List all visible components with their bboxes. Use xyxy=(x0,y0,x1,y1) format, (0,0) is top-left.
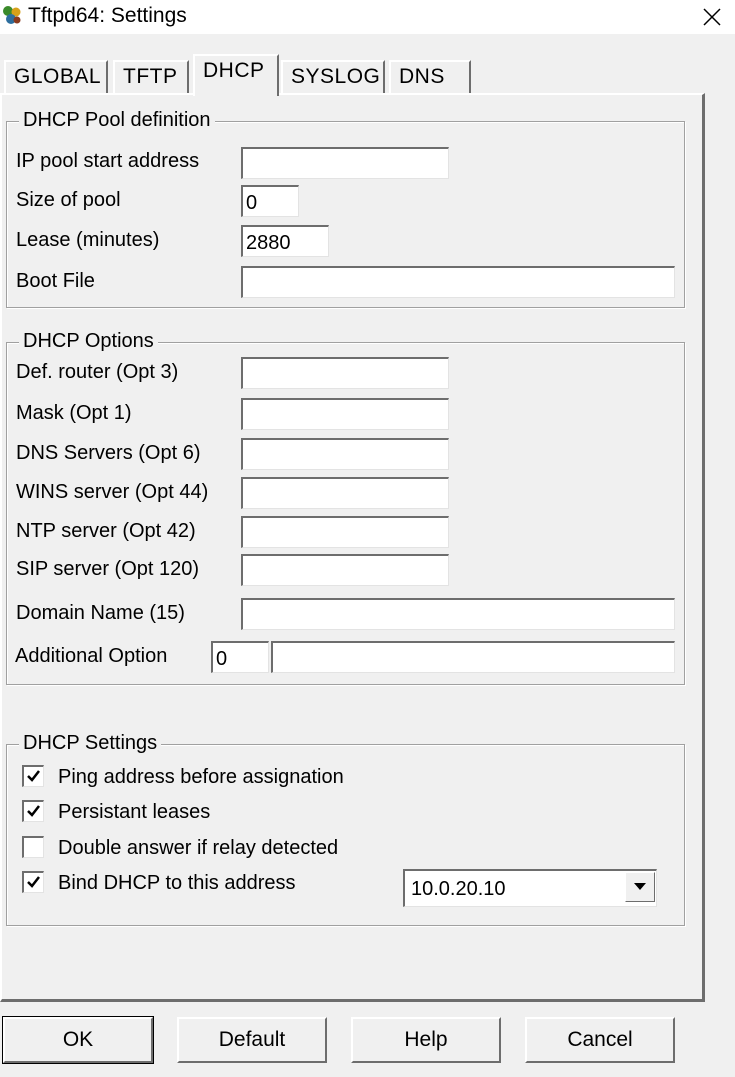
ping-checkbox[interactable] xyxy=(22,765,44,787)
mask-label: Mask (Opt 1) xyxy=(16,402,132,424)
boot-file-label: Boot File xyxy=(16,270,95,292)
tab-tftp[interactable]: TFTP xyxy=(113,60,189,94)
additional-option-label: Additional Option xyxy=(15,645,168,667)
dns-servers-label: DNS Servers (Opt 6) xyxy=(16,442,201,464)
wins-server-label: WINS server (Opt 44) xyxy=(16,481,209,503)
checkmark-icon xyxy=(27,876,40,888)
dropdown-arrow-button[interactable] xyxy=(625,872,655,902)
tab-bar: GLOBAL TFTP DHCP SYSLOG DNS xyxy=(0,54,735,96)
def-router-input[interactable] xyxy=(241,357,449,389)
options-group-title: DHCP Options xyxy=(19,329,158,353)
ntp-server-label: NTP server (Opt 42) xyxy=(16,520,196,542)
pool-size-label: Size of pool xyxy=(16,189,121,211)
ip-pool-start-label: IP pool start address xyxy=(16,150,200,172)
domain-name-label: Domain Name (15) xyxy=(16,602,185,624)
pool-group-title: DHCP Pool definition xyxy=(19,108,215,132)
ok-button[interactable]: OK xyxy=(2,1016,154,1064)
tab-global[interactable]: GLOBAL xyxy=(4,60,108,94)
checkmark-icon xyxy=(27,805,40,817)
tab-syslog[interactable]: SYSLOG xyxy=(281,60,385,94)
bind-address-value: 10.0.20.10 xyxy=(411,878,506,900)
pool-size-input[interactable]: 0 xyxy=(241,185,299,217)
settings-group-title: DHCP Settings xyxy=(19,731,162,755)
persistant-leases-label: Persistant leases xyxy=(58,801,211,823)
bind-address-dropdown[interactable]: 10.0.20.10 xyxy=(403,869,657,907)
tab-dhcp[interactable]: DHCP xyxy=(193,54,279,96)
close-button[interactable] xyxy=(689,0,735,34)
help-button[interactable]: Help xyxy=(351,1017,501,1063)
cancel-button[interactable]: Cancel xyxy=(525,1017,675,1063)
lease-label: Lease (minutes) xyxy=(16,229,160,251)
title-bar: Tftpd64: Settings xyxy=(0,0,735,34)
additional-option-number-input[interactable]: 0 xyxy=(211,641,269,673)
bind-dhcp-label: Bind DHCP to this address xyxy=(58,872,296,894)
window-title: Tftpd64: Settings xyxy=(28,4,187,27)
double-answer-checkbox[interactable] xyxy=(22,836,44,858)
sip-server-input[interactable] xyxy=(241,554,449,586)
chevron-down-icon xyxy=(634,883,646,890)
ntp-server-input[interactable] xyxy=(241,516,449,548)
lease-input[interactable]: 2880 xyxy=(241,225,329,257)
dhcp-options-group: DHCP Options xyxy=(6,329,685,685)
ping-label: Ping address before assignation xyxy=(58,766,344,788)
tftpd-app-icon xyxy=(3,6,21,24)
double-answer-label: Double answer if relay detected xyxy=(58,837,339,859)
boot-file-input[interactable] xyxy=(241,266,675,298)
mask-input[interactable] xyxy=(241,398,449,430)
wins-server-input[interactable] xyxy=(241,477,449,509)
sip-server-label: SIP server (Opt 120) xyxy=(16,558,200,580)
additional-option-value-input[interactable] xyxy=(271,641,675,673)
ip-pool-start-input[interactable] xyxy=(241,147,449,179)
dns-servers-input[interactable] xyxy=(241,438,449,470)
bind-dhcp-checkbox[interactable] xyxy=(22,871,44,893)
domain-name-input[interactable] xyxy=(241,598,675,630)
default-button[interactable]: Default xyxy=(177,1017,327,1063)
close-icon xyxy=(703,8,721,26)
def-router-label: Def. router (Opt 3) xyxy=(16,361,179,383)
checkmark-icon xyxy=(27,770,40,782)
persistant-leases-checkbox[interactable] xyxy=(22,800,44,822)
tab-dns[interactable]: DNS xyxy=(389,60,471,94)
